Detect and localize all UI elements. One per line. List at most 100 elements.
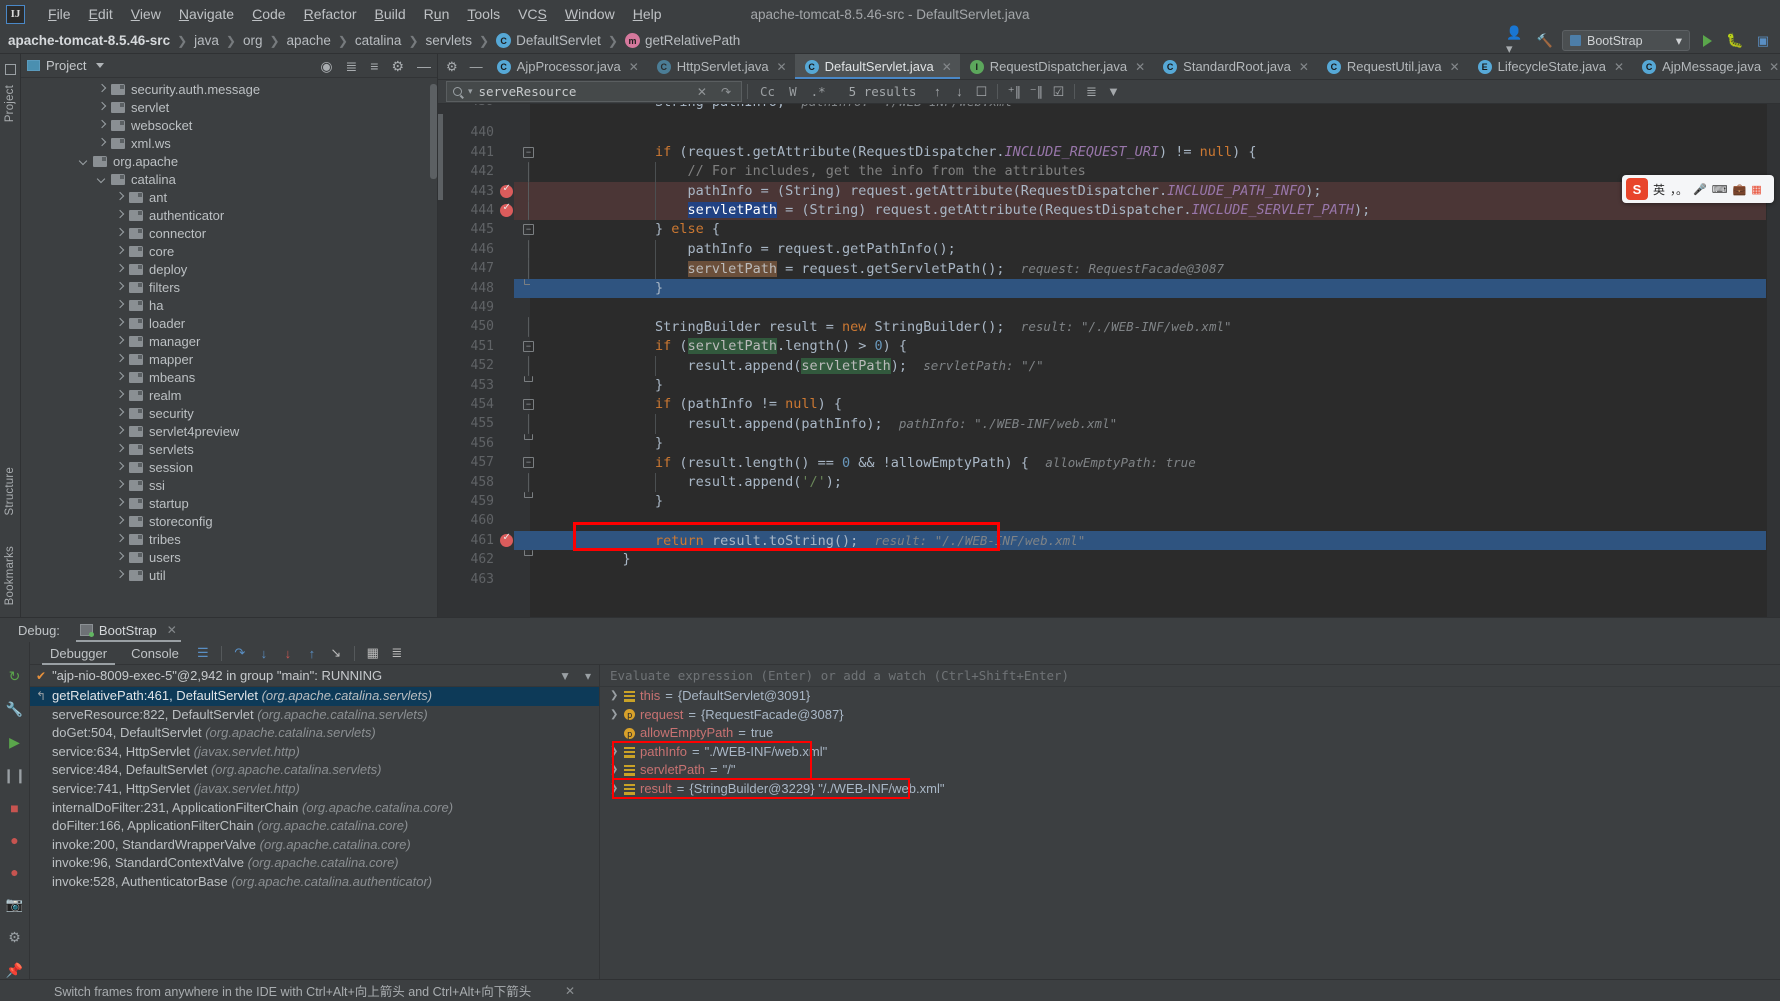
chevron-right-icon[interactable] bbox=[115, 534, 125, 544]
mic-icon[interactable]: 🎤 bbox=[1693, 183, 1707, 196]
menu-navigate[interactable]: Navigate bbox=[170, 3, 243, 25]
rail-label-bookmarks[interactable]: Bookmarks bbox=[4, 546, 16, 605]
force-step-into-icon[interactable]: ↓ bbox=[276, 646, 300, 661]
chevron-right-icon[interactable] bbox=[115, 336, 125, 346]
tree-item[interactable]: security.auth.message bbox=[21, 80, 437, 98]
tree-item[interactable]: xml.ws bbox=[21, 134, 437, 152]
mute-breakpoints-icon[interactable]: ● bbox=[10, 832, 18, 848]
code-fold-marker[interactable] bbox=[528, 239, 529, 260]
select-all-occurrences-icon[interactable]: ☐ bbox=[970, 84, 992, 100]
code-line[interactable]: result.append(pathInfo); pathInfo: "./WE… bbox=[530, 414, 1766, 434]
locate-icon[interactable]: ◉ bbox=[320, 59, 332, 73]
tree-item[interactable]: loader bbox=[21, 314, 437, 332]
code-fold-marker[interactable] bbox=[528, 414, 529, 434]
code-line[interactable]: } bbox=[530, 550, 1766, 569]
editor-tab[interactable]: C AjpMessage.java ✕ bbox=[1632, 54, 1780, 79]
code-line[interactable]: } bbox=[530, 278, 1766, 298]
code-line[interactable]: // For includes, get the info from the a… bbox=[530, 162, 1766, 182]
editor-tab[interactable]: C StandardRoot.java ✕ bbox=[1153, 54, 1317, 79]
code-fold-marker[interactable] bbox=[528, 317, 529, 337]
breakpoint-icon[interactable] bbox=[500, 202, 513, 217]
variable-row[interactable]: ❯ request = {RequestFacade@3087} bbox=[600, 706, 1780, 726]
settings-gear-icon[interactable]: ⚙ bbox=[8, 929, 21, 946]
close-icon[interactable]: ✕ bbox=[1614, 60, 1624, 74]
chevron-right-icon[interactable] bbox=[115, 390, 125, 400]
chevron-right-icon[interactable] bbox=[115, 228, 125, 238]
chevron-right-icon[interactable] bbox=[115, 426, 125, 436]
evaluate-expression-icon[interactable]: ▦ bbox=[361, 645, 385, 661]
rail-label-structure[interactable]: Structure bbox=[4, 467, 16, 515]
settings-wrench-icon[interactable]: 🔧 bbox=[6, 701, 23, 718]
watch-bar[interactable]: Evaluate expression (Enter) or add a wat… bbox=[600, 665, 1780, 687]
chevron-down-icon[interactable] bbox=[96, 63, 105, 68]
rerun-icon[interactable]: ↻ bbox=[9, 668, 21, 685]
code-line[interactable]: pathInfo = request.getPathInfo(); bbox=[530, 239, 1766, 260]
tree-item[interactable]: mapper bbox=[21, 350, 437, 368]
code-line[interactable]: StringBuilder result = new StringBuilder… bbox=[530, 317, 1766, 336]
code-fold-marker[interactable] bbox=[528, 201, 529, 221]
code-line[interactable]: servletPath = (String) request.getAttrib… bbox=[530, 201, 1766, 221]
editor-tab[interactable]: C RequestUtil.java ✕ bbox=[1317, 54, 1468, 79]
close-icon[interactable]: ✕ bbox=[777, 60, 787, 74]
chevron-right-icon[interactable] bbox=[115, 354, 125, 364]
gutter-row[interactable]: 451− bbox=[438, 337, 534, 356]
editor-gutter[interactable]: 439 440 441− 442 443 444 445− 446 447 448 449 450 45… bbox=[438, 104, 534, 617]
tree-item[interactable]: ssi bbox=[21, 476, 437, 494]
debug-icon[interactable]: 🐛 bbox=[1724, 30, 1746, 51]
chevron-right-icon[interactable]: ❯ bbox=[610, 780, 619, 799]
code-line[interactable]: } bbox=[530, 376, 1766, 395]
sogou-logo-icon[interactable]: S bbox=[1626, 178, 1648, 200]
editor-tab[interactable]: I RequestDispatcher.java ✕ bbox=[960, 54, 1153, 79]
code-line[interactable]: } else { bbox=[530, 220, 1766, 239]
tree-item[interactable]: servlet bbox=[21, 98, 437, 116]
chevron-right-icon[interactable] bbox=[115, 462, 125, 472]
code-line[interactable]: result.append(servletPath); servletPath:… bbox=[530, 356, 1766, 376]
step-into-icon[interactable]: ↓ bbox=[252, 646, 276, 661]
code-lines[interactable]: String pathInfo; pathInfo: "./WEB-INF/we… bbox=[530, 104, 1766, 617]
whole-words-option[interactable]: W bbox=[782, 84, 804, 99]
code-line[interactable]: } bbox=[530, 434, 1766, 453]
gutter-row[interactable]: 454− bbox=[438, 395, 534, 414]
close-icon[interactable]: ✕ bbox=[167, 623, 177, 637]
gutter-row[interactable]: 458 bbox=[438, 472, 530, 492]
remove-selection-icon[interactable]: ⁻∥ bbox=[1025, 84, 1047, 100]
breadcrumb-project[interactable]: apache-tomcat-8.5.46-src bbox=[8, 33, 170, 48]
chevron-right-icon[interactable] bbox=[115, 480, 125, 490]
breadcrumb-class[interactable]: DefaultServlet bbox=[516, 33, 601, 48]
menu-run[interactable]: Run bbox=[415, 3, 459, 25]
gutter-row[interactable]: 459 bbox=[438, 492, 533, 511]
chevron-right-icon[interactable] bbox=[115, 516, 125, 526]
tree-item[interactable]: core bbox=[21, 242, 437, 260]
code-fold-marker[interactable] bbox=[528, 356, 529, 376]
breadcrumb-item-catalina[interactable]: catalina bbox=[355, 33, 402, 48]
code-line[interactable]: result.append('/'); bbox=[530, 472, 1766, 492]
settings-gear-icon[interactable]: ⚙ bbox=[391, 59, 404, 73]
thread-selector[interactable]: ✔ "ajp-nio-8009-exec-5"@2,942 in group "… bbox=[30, 665, 599, 687]
gutter-row[interactable]: 444 bbox=[438, 201, 530, 221]
editor-tab[interactable]: E LifecycleState.java ✕ bbox=[1468, 54, 1632, 79]
chevron-right-icon[interactable]: ❯ bbox=[610, 687, 619, 706]
project-tool-icon[interactable] bbox=[4, 64, 16, 75]
chevron-right-icon[interactable] bbox=[115, 444, 125, 454]
chevron-down-icon[interactable] bbox=[97, 174, 107, 184]
close-icon[interactable]: ✕ bbox=[1769, 60, 1779, 74]
code-line[interactable]: if (pathInfo != null) { bbox=[530, 395, 1766, 414]
ime-punctuation-label[interactable]: ，。 bbox=[1670, 181, 1688, 198]
close-icon[interactable]: ✕ bbox=[629, 60, 639, 74]
step-over-icon[interactable]: ↷ bbox=[228, 645, 252, 661]
gutter-row[interactable]: 440 bbox=[438, 123, 530, 142]
tree-item[interactable]: connector bbox=[21, 224, 437, 242]
gutter-row[interactable]: 446 bbox=[438, 239, 530, 260]
editor-tab[interactable]: C AjpProcessor.java ✕ bbox=[487, 54, 647, 79]
code-line[interactable]: if (result.length() == 0 && !allowEmptyP… bbox=[530, 453, 1766, 472]
select-occurrences-icon[interactable]: ☑ bbox=[1047, 84, 1069, 100]
ime-language-label[interactable]: 英 bbox=[1653, 181, 1665, 198]
toolbox-icon[interactable]: 💼 bbox=[1733, 183, 1747, 196]
breakpoint-icon[interactable] bbox=[500, 183, 513, 198]
code-fold-marker[interactable] bbox=[528, 259, 529, 279]
tree-item[interactable]: manager bbox=[21, 332, 437, 350]
project-tree[interactable]: security.auth.message servlet websocket xml… bbox=[21, 78, 437, 617]
gutter-row[interactable]: 455 bbox=[438, 414, 530, 434]
chevron-right-icon[interactable]: ❯ bbox=[610, 761, 619, 780]
pin-icon[interactable]: 📌 bbox=[6, 962, 23, 979]
